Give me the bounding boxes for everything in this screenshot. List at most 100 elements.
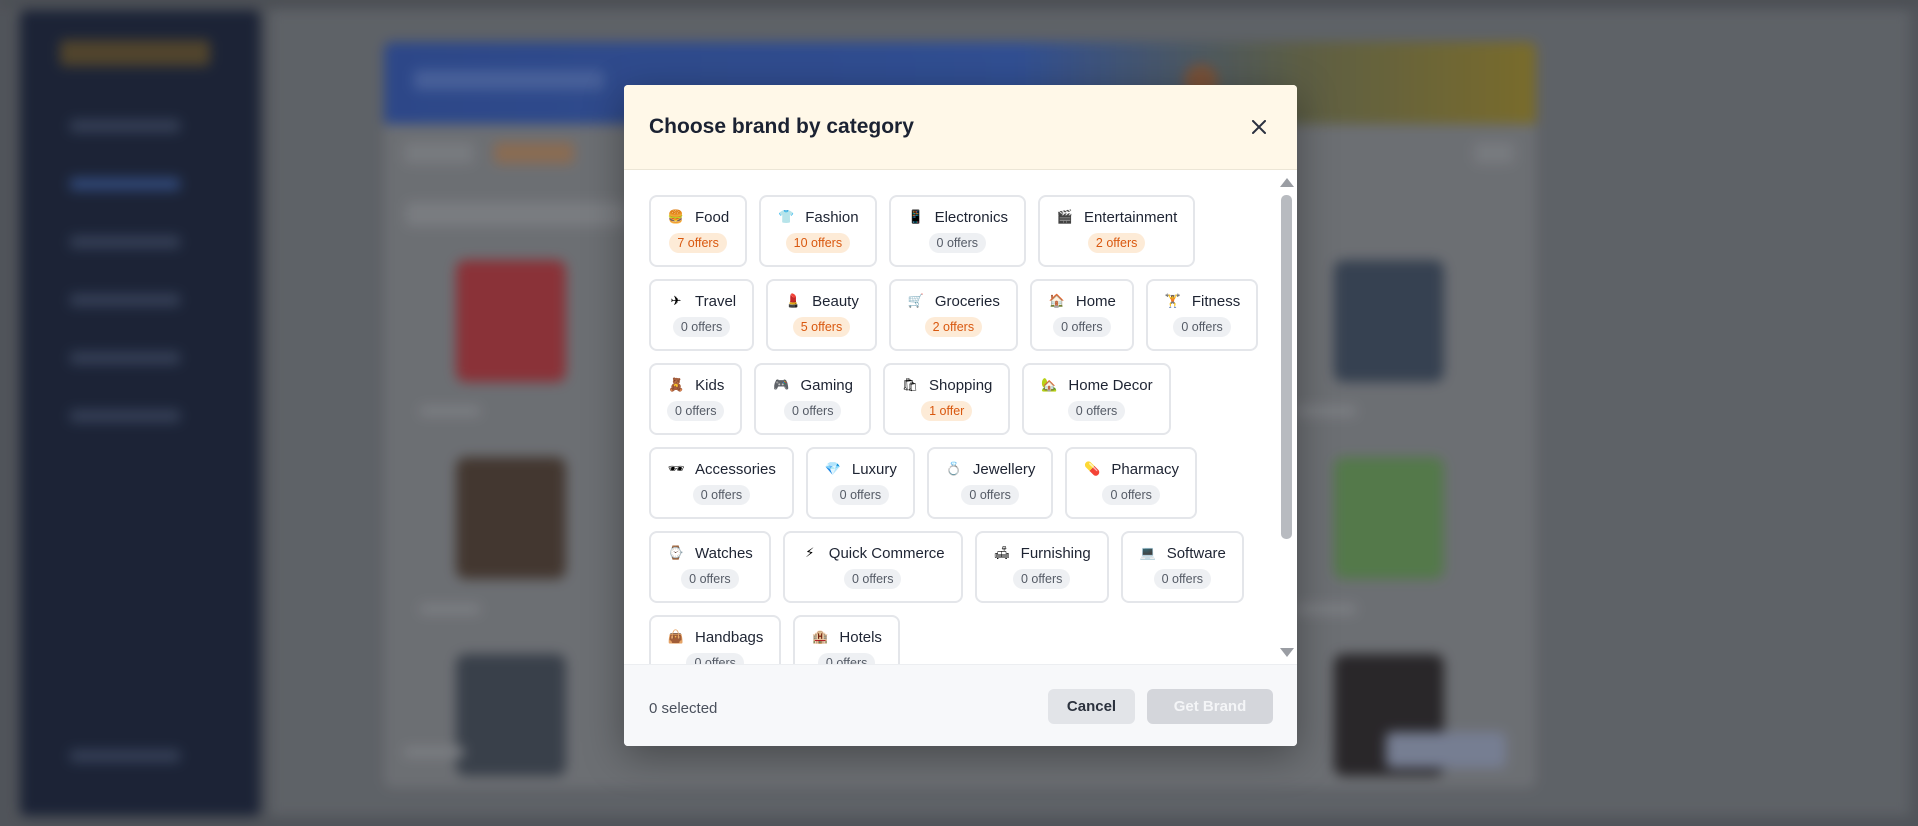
category-chip-furnishing[interactable]: 🛋 Furnishing 0 offers	[974, 531, 1109, 603]
offer-count-badge: 0 offers	[686, 653, 744, 664]
shopping-bag-icon: 🛍	[901, 377, 919, 392]
category-chip-home[interactable]: 🏠 Home 0 offers	[1029, 279, 1134, 351]
category-chip-header: 🛋 Furnishing	[993, 544, 1091, 562]
category-name: Fashion	[805, 208, 859, 226]
phone-icon: 📱	[907, 209, 924, 224]
weightlifter-icon: 🏋	[1164, 293, 1181, 308]
category-chip-header: 🏋 Fitness	[1164, 292, 1240, 310]
gamepad-icon: 🎮	[773, 377, 790, 392]
category-grid: 🍔 Food 7 offers 👕 Fashion 10 offers 📱 Electroni…	[649, 195, 1269, 664]
category-chip-travel[interactable]: ✈ Travel 0 offers	[649, 279, 755, 351]
offer-count-badge: 5 offers	[792, 317, 851, 337]
offer-count-badge: 0 offers	[784, 401, 842, 421]
category-chip-header: 💊 Pharmacy	[1083, 460, 1179, 478]
category-name: Food	[695, 208, 730, 226]
category-chip-header: 🍔 Food	[667, 208, 729, 226]
category-chip-pharmacy[interactable]: 💊 Pharmacy 0 offers	[1065, 447, 1197, 519]
category-chip-luxury[interactable]: 💎 Luxury 0 offers	[805, 447, 915, 519]
offer-count-badge: 0 offers	[831, 485, 890, 505]
category-name: Jewellery	[972, 460, 1036, 478]
category-name: Hotels	[839, 628, 882, 646]
selected-count: 0 selected	[649, 700, 718, 717]
offer-count-badge: 0 offers	[1153, 569, 1212, 589]
category-scrollbar[interactable]	[1279, 173, 1294, 663]
lipstick-icon: 💄	[785, 293, 802, 308]
offer-count-badge: 0 offers	[1173, 317, 1231, 337]
offer-count-badge: 0 offers	[1053, 317, 1111, 337]
category-name: Kids	[695, 376, 725, 394]
category-name: Electronics	[934, 208, 1008, 226]
cart-icon: 🛒	[907, 293, 924, 308]
category-chip-entertainment[interactable]: 🎬 Entertainment 2 offers	[1037, 195, 1196, 267]
category-chip-software[interactable]: 💻 Software 0 offers	[1120, 531, 1244, 603]
category-list[interactable]: 🍔 Food 7 offers 👕 Fashion 10 offers 📱 Electroni…	[624, 171, 1297, 664]
offer-count-badge: 0 offers	[843, 569, 902, 589]
category-chip-header: 💄 Beauty	[784, 292, 859, 310]
offer-count-badge: 10 offers	[785, 233, 851, 253]
clapperboard-icon: 🎬	[1056, 209, 1074, 224]
category-name: Shopping	[929, 376, 993, 394]
category-chip-home-decor[interactable]: 🏡 Home Decor 0 offers	[1022, 363, 1171, 435]
modal-title: Choose brand by category	[649, 115, 914, 138]
category-chip-header: 🏠 Home	[1048, 292, 1116, 310]
category-chip-header: 💎 Luxury	[824, 460, 897, 478]
category-chip-jewellery[interactable]: 💍 Jewellery 0 offers	[926, 447, 1054, 519]
modal-header: Choose brand by category	[624, 85, 1297, 170]
category-chip-shopping[interactable]: 🛍 Shopping 1 offer	[883, 363, 1011, 435]
category-chip-hotels[interactable]: 🏨 Hotels 0 offers	[793, 615, 900, 664]
teddy-bear-icon: 🧸	[668, 377, 685, 392]
category-name: Fitness	[1191, 292, 1241, 310]
offer-count-badge: 0 offers	[667, 401, 725, 421]
category-name: Home	[1075, 292, 1116, 310]
category-chip-accessories[interactable]: 🕶 Accessories 0 offers	[649, 447, 794, 519]
handbag-icon: 👜	[667, 629, 685, 644]
scroll-up-arrow-icon[interactable]	[1280, 178, 1294, 187]
offer-count-badge: 7 offers	[669, 233, 727, 253]
category-chip-kids[interactable]: 🧸 Kids 0 offers	[649, 363, 743, 435]
category-chip-header: 🕶 Accessories	[667, 460, 776, 478]
ring-icon: 💍	[945, 461, 962, 476]
scroll-down-arrow-icon[interactable]	[1280, 648, 1294, 657]
category-name: Watches	[695, 544, 753, 562]
close-icon	[1252, 120, 1266, 134]
category-chip-handbags[interactable]: 👜 Handbags 0 offers	[649, 615, 782, 664]
offer-count-badge: 0 offers	[681, 569, 739, 589]
offer-count-badge: 0 offers	[1012, 569, 1071, 589]
scroll-thumb[interactable]	[1281, 195, 1292, 539]
category-chip-food[interactable]: 🍔 Food 7 offers	[649, 195, 748, 267]
category-name: Furnishing	[1020, 544, 1091, 562]
offer-count-badge: 0 offers	[961, 485, 1019, 505]
close-button[interactable]	[1245, 113, 1273, 141]
category-chip-header: 🏨 Hotels	[811, 628, 882, 646]
category-chip-header: ⌚ Watches	[667, 544, 753, 562]
offer-count-badge: 0 offers	[1102, 485, 1160, 505]
laptop-icon: 💻	[1139, 545, 1156, 560]
pill-icon: 💊	[1084, 461, 1101, 476]
tshirt-icon: 👕	[778, 209, 795, 224]
offer-count-badge: 0 offers	[928, 233, 986, 253]
category-chip-beauty[interactable]: 💄 Beauty 5 offers	[766, 279, 877, 351]
category-name: Travel	[695, 292, 737, 310]
category-name: Groceries	[934, 292, 1000, 310]
category-chip-groceries[interactable]: 🛒 Groceries 2 offers	[888, 279, 1018, 351]
category-chip-fitness[interactable]: 🏋 Fitness 0 offers	[1145, 279, 1259, 351]
category-chip-fashion[interactable]: 👕 Fashion 10 offers	[759, 195, 877, 267]
offer-count-badge: 0 offers	[692, 485, 751, 505]
category-chip-gaming[interactable]: 🎮 Gaming 0 offers	[754, 363, 871, 435]
offer-count-badge: 0 offers	[1067, 401, 1126, 421]
category-chip-header: 👜 Handbags	[667, 628, 763, 646]
category-chip-header: 📱 Electronics	[907, 208, 1008, 226]
category-name: Luxury	[851, 460, 897, 478]
cancel-button[interactable]: Cancel	[1048, 689, 1135, 724]
category-name: Entertainment	[1083, 208, 1178, 226]
get-brand-button[interactable]: Get Brand	[1147, 689, 1273, 724]
offer-count-badge: 2 offers	[924, 317, 983, 337]
category-chip-watches[interactable]: ⌚ Watches 0 offers	[649, 531, 771, 603]
category-chip-header: 🛍 Shopping	[901, 376, 993, 394]
category-chip-header: 👕 Fashion	[777, 208, 858, 226]
diamond-icon: 💎	[824, 461, 841, 476]
category-chip-electronics[interactable]: 📱 Electronics 0 offers	[888, 195, 1026, 267]
category-name: Quick Commerce	[828, 544, 945, 562]
category-chip-header: 🏡 Home Decor	[1040, 376, 1152, 394]
category-chip-quick-commerce[interactable]: ⚡ Quick Commerce 0 offers	[782, 531, 963, 603]
